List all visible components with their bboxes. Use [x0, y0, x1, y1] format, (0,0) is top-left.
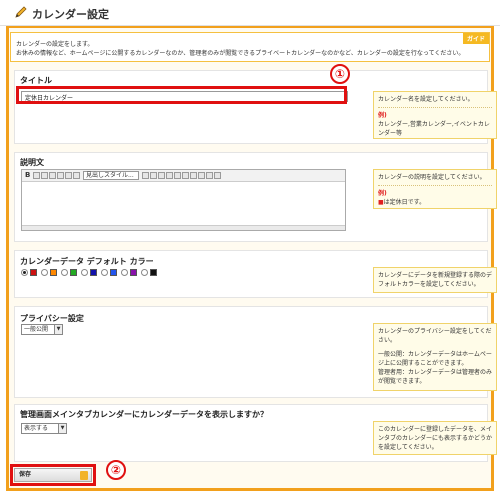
main-tab-select-value: 表示する	[24, 425, 49, 432]
default-color-label: カレンダーデータ デフォルト カラー	[20, 257, 154, 266]
title-section: タイトル 定休日カレンダー カレンダー名を設定してください。 例) カレンダー,…	[14, 70, 497, 144]
anchor-icon[interactable]	[182, 172, 189, 179]
guide-line-1: カレンダーの設定をします。	[16, 41, 94, 48]
main-tab-help-text: このカレンダーに登録したデータを、メインタブのカレンダーにも表示するかどうかを設…	[378, 426, 493, 451]
editor-toolbar: B 見出しスタイル...	[22, 170, 345, 182]
privacy-label: プライバシー設定	[20, 314, 84, 323]
remove-format-icon[interactable]	[206, 172, 213, 179]
description-example-tag: 例)	[378, 190, 387, 197]
color-option-3[interactable]	[61, 269, 77, 276]
color-help-text: カレンダーにデータを新規登録する際のデフォルトカラーを設定してください。	[378, 272, 493, 288]
style-select[interactable]: 見出しスタイル...	[83, 171, 139, 180]
pencil-icon	[15, 6, 27, 18]
bold-icon[interactable]: B	[25, 172, 32, 179]
color-radio[interactable]	[41, 269, 48, 276]
privacy-help: カレンダーのプライバシー設定をしてください。 一般公開：カレンダーデータはホーム…	[373, 323, 497, 391]
description-label: 説明文	[20, 158, 44, 167]
table-icon[interactable]	[166, 172, 173, 179]
privacy-help-3: 管理者用：カレンダーデータは管理者のみが閲覧できます。	[378, 369, 493, 385]
fullscreen-icon[interactable]	[214, 172, 221, 179]
color-radio[interactable]	[81, 269, 88, 276]
description-editor[interactable]: B 見出しスタイル...	[21, 169, 346, 231]
privacy-section: プライバシー設定 一般公開 ▼ カレンダーのプライバシー設定をしてください。 一…	[14, 306, 497, 398]
list-icon[interactable]	[49, 172, 56, 179]
description-section: 説明文 B 見出しスタイル... カレンダーの説明を設定してください。 例) ■…	[14, 152, 497, 242]
source-icon[interactable]	[190, 172, 197, 179]
color-option-6[interactable]	[121, 269, 137, 276]
title-label: タイトル	[20, 76, 52, 85]
main-tab-select[interactable]: 表示する ▼	[21, 423, 67, 434]
divider	[378, 185, 492, 186]
link-icon[interactable]	[142, 172, 149, 179]
numbered-list-icon[interactable]	[57, 172, 64, 179]
description-example: ■は定休日です。	[378, 198, 492, 207]
color-option-1[interactable]	[21, 269, 37, 276]
outdent-icon[interactable]	[73, 172, 80, 179]
title-help-text: カレンダー名を設定してください。	[378, 96, 474, 103]
color-swatch	[70, 269, 77, 276]
color-swatch	[110, 269, 117, 276]
page-title: カレンダー設定	[32, 8, 109, 21]
annotation-box-1	[16, 86, 347, 104]
color-swatch	[50, 269, 57, 276]
indent-icon[interactable]	[65, 172, 72, 179]
title-help: カレンダー名を設定してください。 例) カレンダー,営業カレンダー,イベントカレ…	[373, 91, 497, 139]
color-swatch	[30, 269, 37, 276]
chevron-down-icon[interactable]: ▼	[54, 325, 62, 334]
divider	[378, 107, 492, 108]
guide-line-2: お休みの情報など、ホームページに公開するカレンダーなのか、管理者のみが閲覧できる…	[16, 50, 465, 57]
color-swatch	[90, 269, 97, 276]
privacy-select[interactable]: 一般公開 ▼	[21, 324, 63, 335]
title-example-tag: 例)	[378, 112, 387, 119]
color-option-7[interactable]	[141, 269, 157, 276]
text-color-icon[interactable]	[198, 172, 205, 179]
main-tab-section: 管理画面メインタブカレンダーにカレンダーデータを表示しますか？ 表示する ▼ こ…	[14, 404, 497, 462]
color-help: カレンダーにデータを新規登録する際のデフォルトカラーを設定してください。	[373, 267, 497, 293]
page-header: カレンダー設定	[0, 0, 500, 26]
description-help-text: カレンダーの説明を設定してください。	[378, 174, 486, 181]
color-radio[interactable]	[101, 269, 108, 276]
default-color-section: カレンダーデータ デフォルト カラー カレンダーにデータを新規登録する際のデフォ…	[14, 250, 497, 298]
guide-text: カレンダーの設定をします。 お休みの情報など、ホームページに公開するカレンダーな…	[16, 40, 464, 58]
chevron-down-icon[interactable]: ▼	[58, 424, 66, 433]
annotation-box-2	[10, 464, 96, 486]
color-swatch	[130, 269, 137, 276]
color-option-4[interactable]	[81, 269, 97, 276]
paste-icon[interactable]	[41, 172, 48, 179]
annotation-number-1: ①	[330, 64, 350, 84]
title-example: カレンダー,営業カレンダー,イベントカレンダー等	[378, 121, 490, 137]
color-radio[interactable]	[61, 269, 68, 276]
color-radio[interactable]	[21, 269, 28, 276]
color-swatch	[150, 269, 157, 276]
privacy-help-2: 一般公開：カレンダーデータはホームページ上に公開することができます。	[378, 351, 492, 367]
annotation-number-2: ②	[106, 460, 126, 480]
description-example-text: は定休日です。	[383, 199, 426, 206]
main-tab-help: このカレンダーに登録したデータを、メインタブのカレンダーにも表示するかどうかを設…	[373, 421, 497, 455]
editor-statusbar	[22, 225, 345, 230]
privacy-select-value: 一般公開	[24, 326, 49, 333]
format-icon[interactable]	[33, 172, 40, 179]
guide-box: ガイド カレンダーの設定をします。 お休みの情報など、ホームページに公開するカレ…	[10, 32, 490, 62]
main-tab-label: 管理画面メインタブカレンダーにカレンダーデータを表示しますか？	[20, 410, 268, 419]
color-options	[21, 269, 157, 276]
description-help: カレンダーの説明を設定してください。 例) ■は定休日です。	[373, 169, 497, 209]
media-icon[interactable]	[174, 172, 181, 179]
image-icon[interactable]	[158, 172, 165, 179]
color-option-5[interactable]	[101, 269, 117, 276]
unlink-icon[interactable]	[150, 172, 157, 179]
privacy-help-1: カレンダーのプライバシー設定をしてください。	[378, 328, 492, 344]
guide-tag: ガイド	[462, 33, 489, 44]
color-option-2[interactable]	[41, 269, 57, 276]
color-radio[interactable]	[121, 269, 128, 276]
color-radio[interactable]	[141, 269, 148, 276]
